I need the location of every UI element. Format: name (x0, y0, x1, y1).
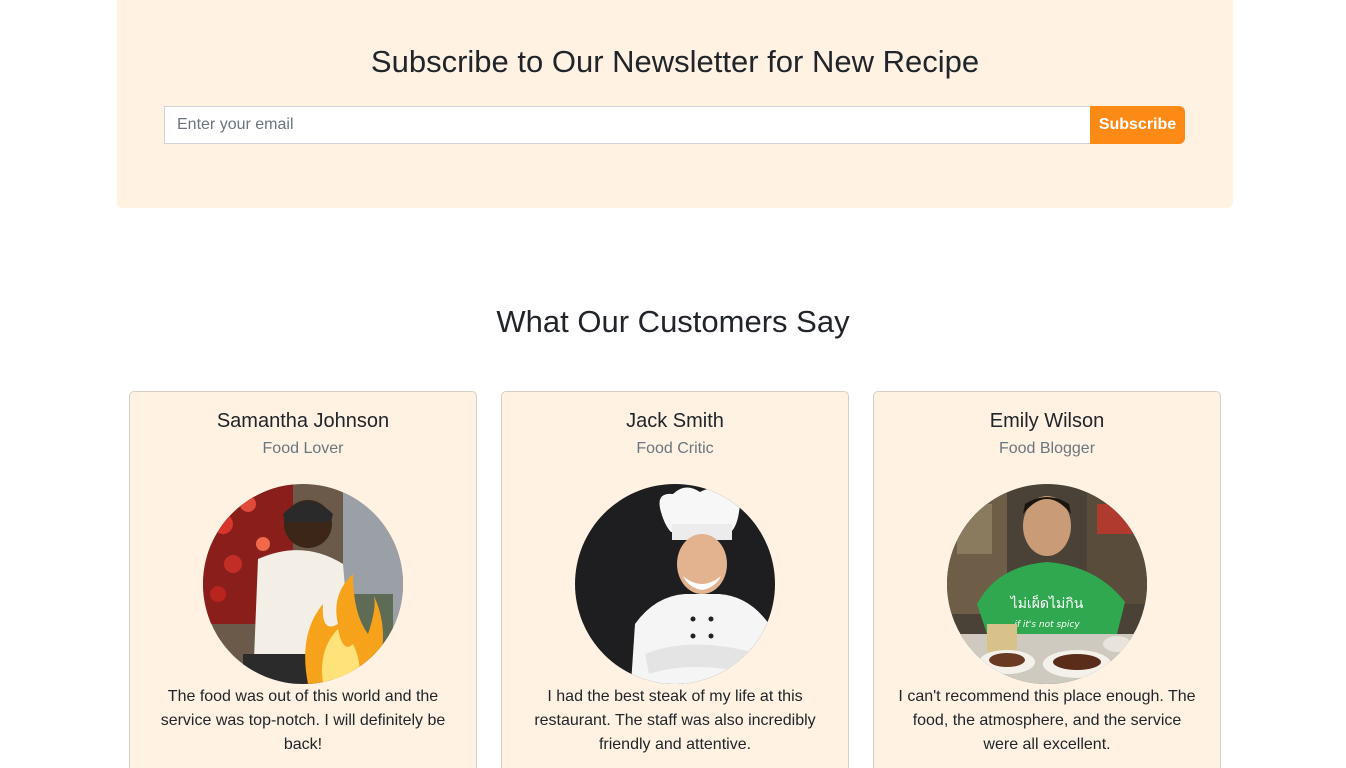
testimonial-name: Emily Wilson (989, 410, 1105, 432)
avatar (203, 484, 403, 684)
newsletter-title: Subscribe to Our Newsletter for New Reci… (370, 44, 980, 79)
avatar: ไม่เผ็ดไม่กิน if it's not spicy (947, 484, 1147, 684)
avatar (575, 484, 775, 684)
testimonial-quote: The food was out of this world and the s… (160, 688, 446, 753)
testimonial-card: Samantha Johnson Food Lover The food was… (129, 391, 477, 768)
newsletter-form: Subscribe (164, 106, 1185, 144)
email-input[interactable] (164, 106, 1090, 144)
testimonial-quote: I can't recommend this place enough. The… (898, 688, 1196, 753)
subscribe-button[interactable]: Subscribe (1090, 106, 1185, 144)
testimonial-card: Emily Wilson Food Blogger ไม่เผ็ดไม่กิน … (873, 391, 1221, 768)
man-green-shirt-dining-photo: ไม่เผ็ดไม่กิน if it's not spicy (947, 484, 1147, 684)
testimonial-role: Food Blogger (998, 440, 1096, 457)
testimonial-name: Samantha Johnson (216, 410, 390, 432)
testimonial-card: Jack Smith Food Critic I had the best st… (501, 391, 849, 768)
testimonial-role: Food Critic (636, 440, 714, 457)
testimonial-quote: I had the best steak of my life at this … (534, 688, 816, 753)
chef-flambe-photo (203, 484, 403, 684)
shirt-subtext: if it's not spicy (1014, 620, 1080, 630)
testimonials-title: What Our Customers Say (496, 304, 850, 339)
newsletter-section: Subscribe to Our Newsletter for New Reci… (117, 0, 1233, 208)
testimonial-role: Food Lover (262, 440, 344, 457)
chef-white-uniform-photo (575, 484, 775, 684)
testimonial-name: Jack Smith (626, 410, 724, 432)
shirt-text: ไม่เผ็ดไม่กิน (1010, 594, 1084, 612)
